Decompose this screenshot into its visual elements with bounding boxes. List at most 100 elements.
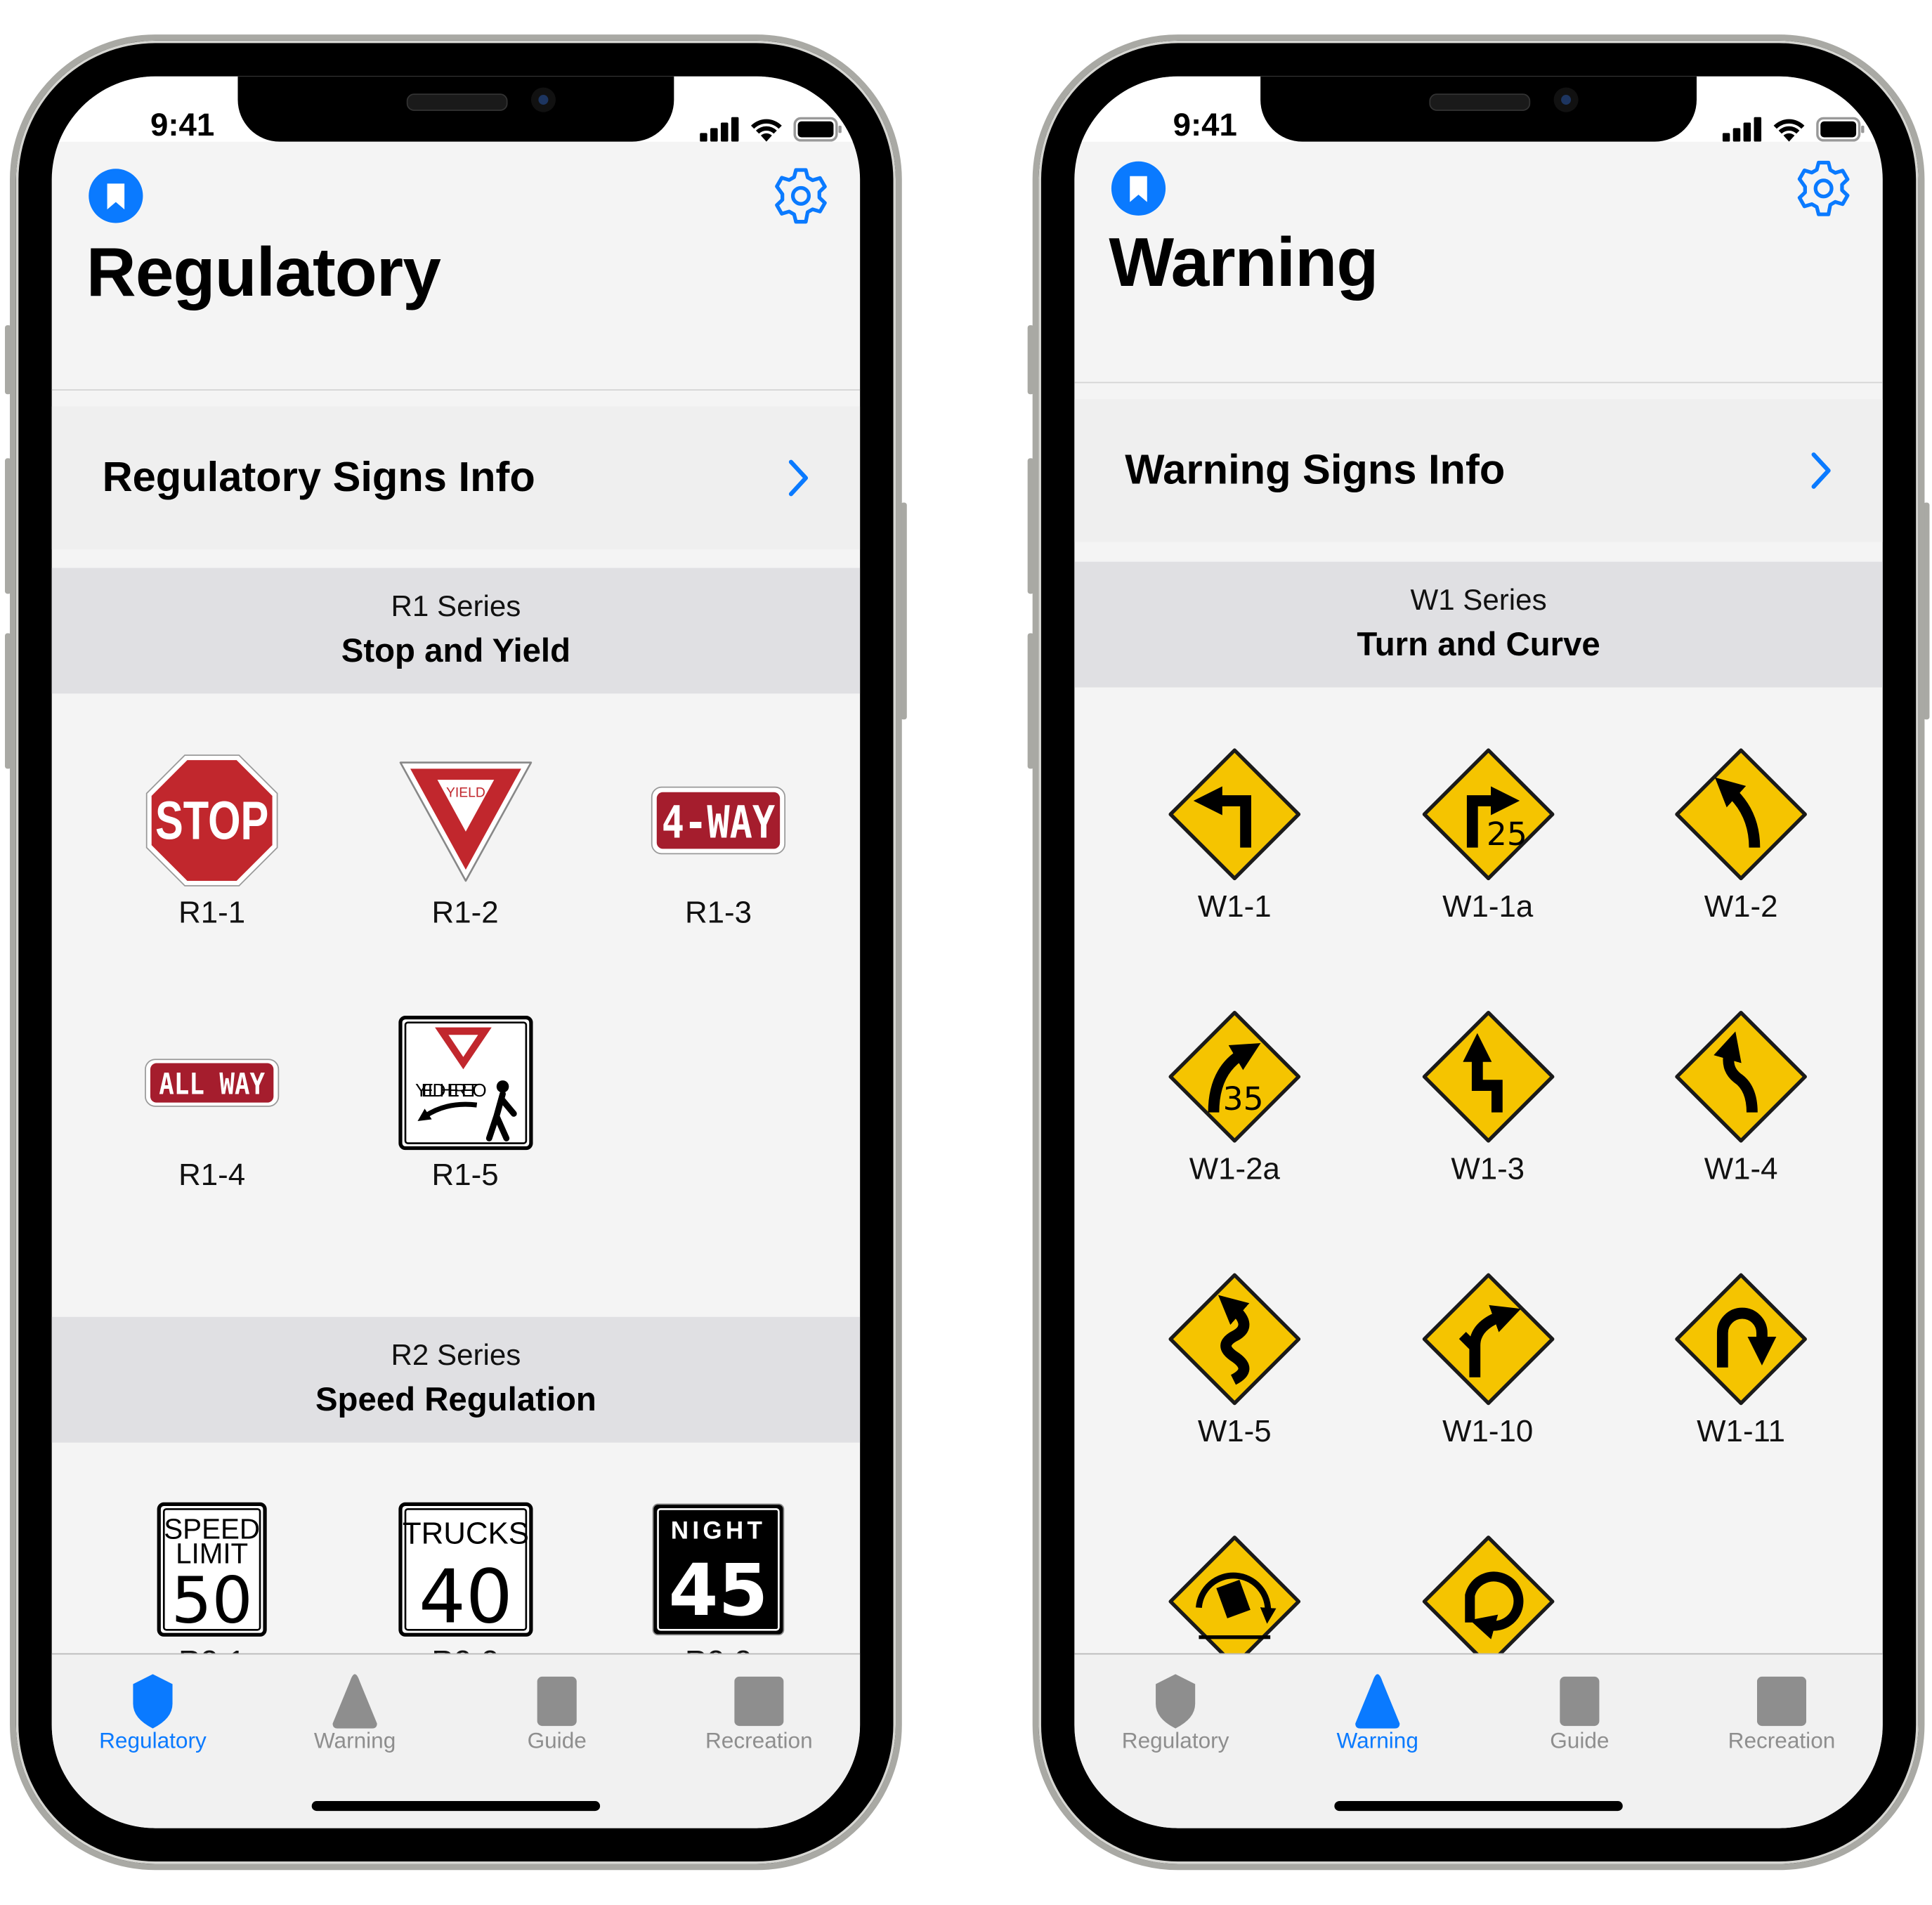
sign-code: W1-4 (1704, 1151, 1778, 1186)
page-title: Regulatory (86, 233, 441, 310)
sign-item[interactable]: W1-4 (1624, 1009, 1858, 1243)
sign-legend: NIGHT (671, 1517, 766, 1544)
tab-label: Warning (313, 1728, 396, 1753)
sign-legend: ALL WAY (159, 1066, 265, 1101)
sign-item[interactable]: YIELD R1-2 (348, 753, 582, 987)
speed-sign-icon: SPEEDLIMIT50 (157, 1502, 267, 1637)
curve-right-sign-icon: 35 (1168, 1010, 1301, 1143)
truck-rollover-sign-icon (1168, 1536, 1301, 1668)
section-name: Speed Regulation (315, 1381, 596, 1418)
home-indicator[interactable] (1334, 1801, 1623, 1812)
speaker (406, 93, 508, 111)
phone-regulatory: 9:41 Regulatory Regulatory Signs Info R1… (5, 34, 907, 1871)
turn-left-sign-icon (1168, 748, 1301, 881)
sign-item[interactable]: W1-3 (1371, 1009, 1605, 1243)
screen: 9:41 Regulatory Regulatory Signs Info R1… (51, 76, 861, 1828)
sign-code: W1-2a (1189, 1151, 1280, 1186)
signs-info-row[interactable]: Warning Signs Info (1074, 399, 1883, 542)
speaker (1429, 93, 1531, 111)
sign-legend: TRUCKS (402, 1517, 528, 1551)
stop-sign-icon: STOP (145, 754, 278, 886)
sign-code: R1-3 (684, 896, 752, 931)
bookmark-button[interactable] (88, 168, 145, 230)
section-header: R1 Series Stop and Yield (51, 568, 861, 694)
sign-item[interactable]: 4-WAY R1-3 (601, 753, 835, 987)
stage: 9:41 Regulatory Regulatory Signs Info R1… (0, 0, 1932, 1904)
warning-triangle-icon (332, 1674, 377, 1729)
settings-button[interactable] (1794, 159, 1853, 224)
tab-label: Recreation (705, 1728, 813, 1753)
turn-right-sign-icon: 25 (1421, 748, 1554, 881)
shield-icon (133, 1674, 173, 1729)
sign-code: W1-3 (1451, 1151, 1525, 1186)
sign-item[interactable]: W1-1 (1118, 747, 1352, 981)
sign-item[interactable]: W1-11 (1624, 1271, 1858, 1505)
sign-code: W1-10 (1442, 1414, 1534, 1449)
home-indicator[interactable] (311, 1801, 601, 1812)
header-divider (51, 389, 861, 391)
curve-junction-sign-icon (1421, 1273, 1554, 1406)
sign-item[interactable]: W1-2 (1624, 747, 1858, 981)
shield-icon (1156, 1674, 1196, 1729)
chevron-right-icon (1811, 452, 1831, 489)
section-header: W1 Series Turn and Curve (1074, 561, 1883, 688)
status-time: 9:41 (150, 105, 215, 143)
tab-recreation[interactable]: Recreation (1680, 1654, 1883, 1765)
sign-number: 40 (418, 1554, 512, 1637)
recreation-sign-icon (734, 1676, 784, 1727)
warning-triangle-icon (1355, 1674, 1400, 1729)
gear-icon (1797, 160, 1850, 216)
sign-item[interactable]: 35 W1-2a (1118, 1009, 1352, 1243)
plaque-sign-icon: ALL WAY (145, 1059, 280, 1107)
status-time: 9:41 (1173, 105, 1237, 143)
sign-number: 35 (1223, 1080, 1264, 1118)
loop-270-sign-icon (1421, 1536, 1554, 1668)
section-name: Stop and Yield (341, 631, 571, 669)
tab-guide[interactable]: Guide (1479, 1654, 1681, 1765)
tab-label: Guide (527, 1728, 587, 1753)
sign-item[interactable]: W1-5 (1118, 1271, 1352, 1505)
sign-legend: YIELD HERE TO (415, 1080, 486, 1101)
section-series: R1 Series (391, 590, 521, 624)
bookmark-icon (1111, 161, 1166, 216)
wifi-icon (1773, 119, 1805, 142)
status-icons (1722, 116, 1865, 142)
sign-item[interactable]: YIELD HERE TO R1-5 (348, 1015, 582, 1249)
sign-code: W1-11 (1697, 1414, 1786, 1449)
section-series: W1 Series (1410, 584, 1547, 617)
page-title: Warning (1109, 223, 1378, 301)
sign-item[interactable]: 25 W1-1a (1371, 747, 1605, 981)
tab-label: Regulatory (99, 1728, 207, 1753)
sign-code: W1-1 (1197, 889, 1272, 924)
yield-here-sign-icon: YIELD HERE TO (398, 1016, 533, 1151)
settings-button[interactable] (771, 166, 830, 232)
tab-regulatory[interactable]: Regulatory (52, 1654, 254, 1765)
status-icons (700, 116, 842, 142)
sign-item[interactable]: W1-10 (1371, 1271, 1605, 1505)
tab-warning[interactable]: Warning (254, 1654, 456, 1765)
sign-code: R1-2 (431, 896, 499, 931)
front-camera (530, 87, 556, 112)
speed-sign-icon: TRUCKS40 (398, 1502, 533, 1637)
tab-recreation[interactable]: Recreation (658, 1654, 861, 1765)
sign-item[interactable]: STOP R1-1 (95, 753, 329, 987)
header-divider (1074, 381, 1883, 384)
sign-number: 25 (1486, 816, 1527, 853)
sign-item[interactable]: ALL WAY R1-4 (95, 1015, 329, 1249)
section-header: R2 Series Speed Regulation (51, 1316, 861, 1443)
reverse-turn-sign-icon (1421, 1010, 1554, 1143)
section-series: R2 Series (391, 1339, 521, 1373)
curve-left-sign-icon (1675, 748, 1807, 881)
tab-label: Recreation (1728, 1728, 1836, 1753)
guide-sign-icon (1560, 1676, 1600, 1727)
chevron-right-icon (788, 459, 809, 497)
sign-legend: STOP (155, 790, 268, 851)
signs-info-row[interactable]: Regulatory Signs Info (51, 406, 861, 550)
tab-guide[interactable]: Guide (456, 1654, 658, 1765)
cellular-signal-icon (1722, 117, 1762, 142)
sign-legend: 4-WAY (662, 797, 775, 849)
tab-warning[interactable]: Warning (1277, 1654, 1479, 1765)
bookmark-button[interactable] (1110, 160, 1167, 223)
tab-regulatory[interactable]: Regulatory (1074, 1654, 1277, 1765)
signs-info-label: Regulatory Signs Info (102, 454, 535, 501)
